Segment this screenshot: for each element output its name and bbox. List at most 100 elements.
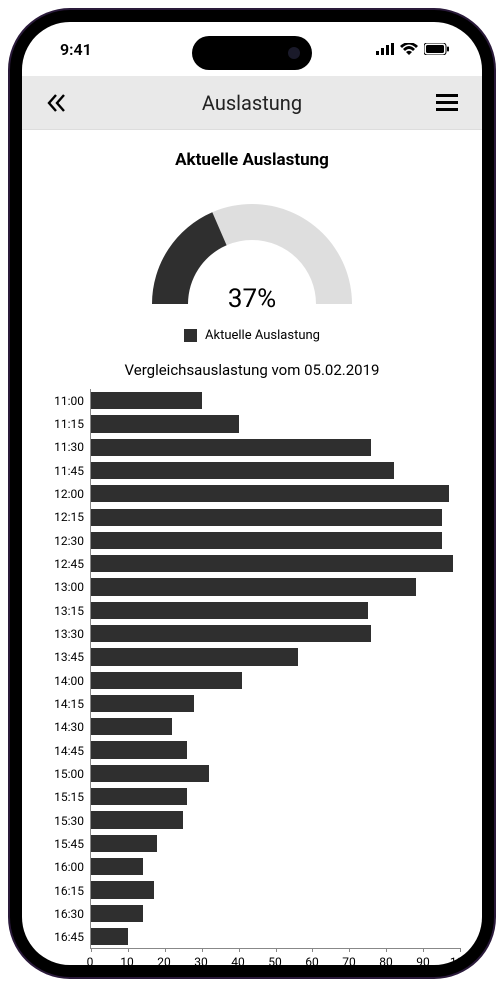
x-tick-label: 60	[305, 955, 319, 965]
notch	[192, 36, 312, 70]
bar	[91, 392, 202, 409]
bar	[91, 485, 449, 502]
y-tick-label: 12:00	[44, 482, 84, 505]
y-tick-label: 16:00	[44, 856, 84, 879]
x-tick-label: 40	[231, 955, 245, 965]
y-tick-label: 14:45	[44, 739, 84, 762]
menu-button[interactable]	[434, 90, 460, 116]
bar-row	[91, 482, 460, 505]
x-tick-label: 30	[194, 955, 208, 965]
x-tick-label: 80	[379, 955, 393, 965]
x-tick-label: 70	[342, 955, 356, 965]
y-axis-labels: 11:0011:1511:3011:4512:0012:1512:3012:45…	[44, 389, 90, 949]
bar-row	[91, 575, 460, 598]
x-axis-labels: 0102030405060708090100	[90, 955, 460, 965]
y-tick-label: 16:15	[44, 879, 84, 902]
x-tick-label: 100	[450, 955, 470, 965]
gauge-value: 37%	[132, 284, 372, 314]
bar	[91, 858, 143, 875]
y-tick-label: 13:45	[44, 646, 84, 669]
front-camera-icon	[288, 47, 300, 59]
wifi-icon	[400, 43, 418, 55]
bar-row	[91, 552, 460, 575]
bar	[91, 788, 187, 805]
x-axis-ticks	[91, 948, 460, 952]
bar	[91, 905, 143, 922]
bar	[91, 648, 298, 665]
gauge-legend: Aktuelle Auslastung	[44, 328, 460, 343]
bar-row	[91, 529, 460, 552]
y-tick-label: 16:30	[44, 902, 84, 925]
y-tick-label: 12:30	[44, 529, 84, 552]
bar-row	[91, 715, 460, 738]
bar-row	[91, 622, 460, 645]
y-tick-label: 16:45	[44, 926, 84, 949]
gauge-title: Aktuelle Auslastung	[44, 150, 460, 170]
chevron-double-left-icon	[46, 92, 68, 114]
bar-row	[91, 878, 460, 901]
bar-row	[91, 738, 460, 761]
y-tick-label: 12:15	[44, 506, 84, 529]
bar-row	[91, 902, 460, 925]
bar-row	[91, 855, 460, 878]
y-tick-label: 13:00	[44, 576, 84, 599]
bar	[91, 695, 194, 712]
y-tick-label: 12:45	[44, 552, 84, 575]
bar-row	[91, 459, 460, 482]
x-tick-label: 50	[268, 955, 282, 965]
bar-row	[91, 645, 460, 668]
bar-row	[91, 389, 460, 412]
back-button[interactable]	[44, 90, 70, 116]
bar	[91, 625, 371, 642]
phone-screen: 9:41 Auslastung Aktuelle Auslastung 37%	[22, 22, 482, 965]
bar-row	[91, 808, 460, 831]
y-tick-label: 15:45	[44, 832, 84, 855]
y-tick-label: 13:30	[44, 622, 84, 645]
bar	[91, 439, 371, 456]
y-tick-label: 15:30	[44, 809, 84, 832]
bar	[91, 602, 368, 619]
bar	[91, 672, 242, 689]
bar	[91, 741, 187, 758]
bar	[91, 881, 154, 898]
y-tick-label: 13:15	[44, 599, 84, 622]
x-tick-label: 20	[157, 955, 171, 965]
legend-swatch-icon	[184, 329, 197, 342]
x-tick-label: 0	[87, 955, 94, 965]
y-tick-label: 15:00	[44, 762, 84, 785]
bar-row	[91, 669, 460, 692]
y-tick-label: 11:00	[44, 389, 84, 412]
bar-row	[91, 599, 460, 622]
y-tick-label: 14:30	[44, 716, 84, 739]
x-tick-label: 10	[120, 955, 134, 965]
cellular-icon	[376, 43, 394, 55]
y-tick-label: 11:30	[44, 436, 84, 459]
y-tick-label: 15:15	[44, 786, 84, 809]
bar	[91, 928, 128, 945]
content-area: Aktuelle Auslastung 37% Aktuelle Auslast…	[22, 130, 482, 965]
y-tick-label: 14:00	[44, 669, 84, 692]
status-time: 9:41	[60, 40, 92, 59]
status-indicators	[376, 43, 450, 55]
legend-label: Aktuelle Auslastung	[205, 328, 320, 343]
bar	[91, 509, 442, 526]
bar-row	[91, 436, 460, 459]
page-title: Auslastung	[202, 91, 302, 115]
bar-row	[91, 412, 460, 435]
compare-title: Vergleichsauslastung vom 05.02.2019	[44, 361, 460, 379]
phone-frame: 9:41 Auslastung Aktuelle Auslastung 37%	[10, 10, 494, 977]
y-tick-label: 11:45	[44, 459, 84, 482]
bar-row	[91, 692, 460, 715]
bar	[91, 415, 239, 432]
bar	[91, 462, 394, 479]
bars-plot-area	[90, 389, 460, 949]
gauge-chart: 37%	[44, 178, 460, 318]
bar-row	[91, 505, 460, 528]
bar	[91, 835, 157, 852]
y-tick-label: 14:15	[44, 692, 84, 715]
bar	[91, 578, 416, 595]
bar-row	[91, 925, 460, 948]
hamburger-icon	[436, 94, 458, 112]
battery-icon	[424, 43, 450, 55]
bar-row	[91, 762, 460, 785]
